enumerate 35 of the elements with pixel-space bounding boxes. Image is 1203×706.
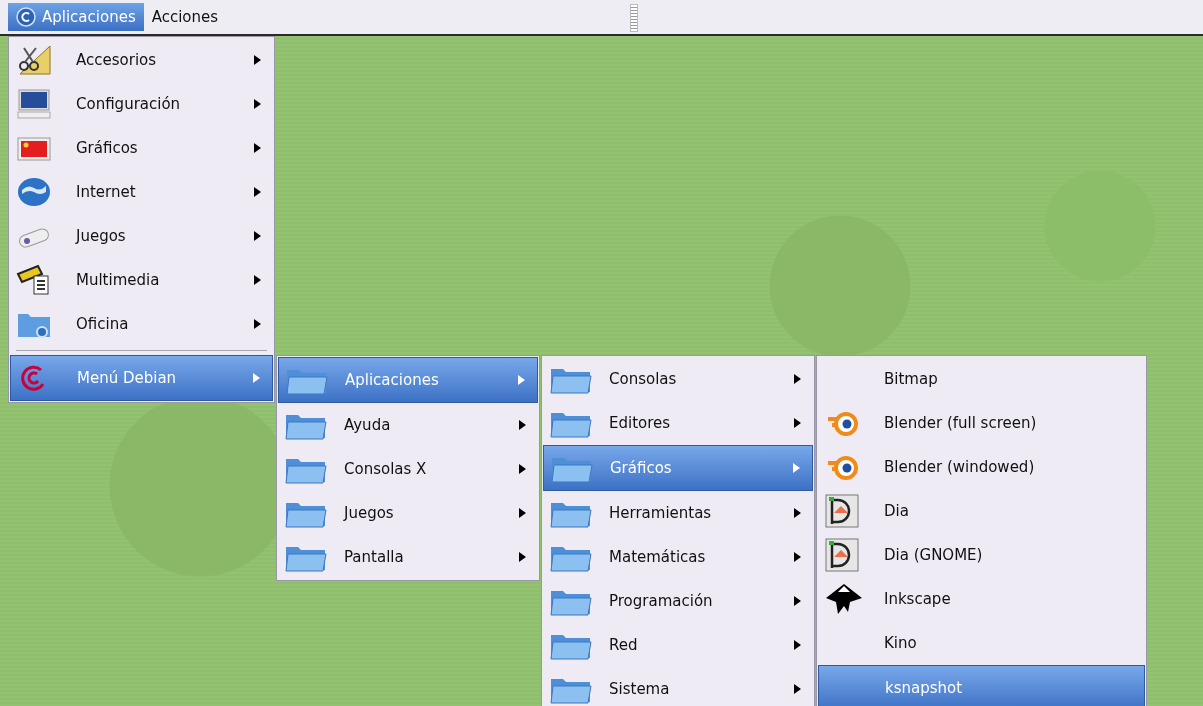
menu-item[interactable]: Juegos [10,214,273,258]
menu-item[interactable]: Consolas X [278,447,538,491]
menu-item[interactable]: Multimedia [10,258,273,302]
globe-icon [16,176,52,208]
diagram-icon [824,494,860,528]
menu-item[interactable]: Herramientas [543,491,813,535]
panel-menu-button[interactable]: Aplicaciones [8,3,144,31]
menu-item[interactable]: Consolas [543,357,813,401]
menu-item[interactable]: Dia (GNOME) [818,533,1145,577]
menu-item[interactable]: Ayuda [278,403,538,447]
menu-item[interactable]: Sistema [543,667,813,706]
menu-item[interactable]: Oficina [10,302,273,346]
menu-item[interactable]: Kino [818,621,1145,665]
menu-item[interactable]: Accesorios [10,38,273,82]
menu-item[interactable]: Dia [818,489,1145,533]
menu-item[interactable]: Configuración [10,82,273,126]
menu-item[interactable]: Inkscape [818,577,1145,621]
menu-item[interactable]: Pantalla [278,535,538,579]
menu-item[interactable]: Blender (full screen) [818,401,1145,445]
swirl-icon [16,7,36,27]
menu-item[interactable]: Editores [543,401,813,445]
menu-item[interactable]: Gráficos [10,126,273,170]
menu-item[interactable]: Juegos [278,491,538,535]
panel-menu-button[interactable]: Acciones [143,3,227,31]
handle-icon[interactable] [630,4,638,32]
menu-item[interactable]: Red [543,623,813,667]
menu-item[interactable]: Programación [543,579,813,623]
diagram-icon [824,538,860,572]
menu-item[interactable]: Internet [10,170,273,214]
menu-item[interactable]: Blender (windowed) [818,445,1145,489]
menu-item[interactable]: Matemáticas [543,535,813,579]
scissors-icon [16,44,52,76]
menu-item[interactable]: Bitmap [818,357,1145,401]
monitor-icon [16,88,52,120]
ink-mountain-icon [824,582,864,616]
